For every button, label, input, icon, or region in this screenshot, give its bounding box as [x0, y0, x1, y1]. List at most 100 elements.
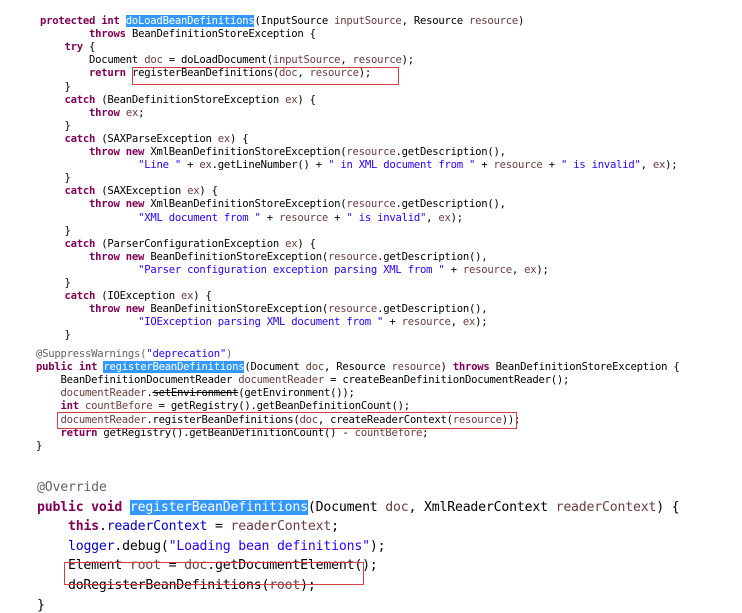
- code-line: public int registerBeanDefinitions(Docum…: [36, 361, 680, 374]
- variable-token: doc: [299, 413, 319, 426]
- variable-token: doc: [279, 67, 298, 80]
- code-token: BeanDefinitionDocumentReader: [36, 374, 239, 387]
- code-line: throw new BeanDefinitionStoreException(r…: [40, 250, 488, 263]
- code-token: +: [383, 316, 402, 329]
- code-line: throw ex;: [40, 107, 144, 119]
- code-token: ,: [426, 211, 439, 224]
- code-token: ) {: [193, 290, 212, 303]
- variable-token: resource: [346, 198, 396, 211]
- annotation-token: @SuppressWarnings(: [36, 348, 147, 360]
- variable-token: resource: [346, 146, 396, 158]
- code-line: "IOException parsing XML document from "…: [40, 316, 488, 329]
- code-token: =: [160, 558, 185, 574]
- code-line: return registerBeanDefinitions(doc, reso…: [40, 67, 371, 79]
- variable-token: ex: [652, 159, 666, 172]
- code-line: }: [40, 81, 71, 93]
- code-token: =: [207, 519, 231, 535]
- code-token: ): [440, 361, 453, 374]
- code-token: ) {: [297, 237, 316, 250]
- code-token: );: [300, 578, 316, 593]
- keyword-token: try: [64, 41, 84, 54]
- variable-token: ex: [462, 316, 476, 329]
- string-literal: "IOException parsing XML document from ": [138, 316, 384, 329]
- code-line: throw new XmlBeanDefinitionStoreExceptio…: [40, 198, 506, 210]
- code-line: documentReader.registerBeanDefinitions(d…: [36, 413, 521, 426]
- keyword-token: catch: [64, 93, 96, 106]
- code-token: getRegistry().getBeanDefinitionCount() -: [97, 426, 355, 439]
- code-line: }: [40, 277, 71, 289]
- code-token: XmlBeanDefinitionStoreException(: [144, 198, 347, 211]
- variable-token: ex: [199, 159, 212, 172]
- variable-token: countBefore: [354, 426, 423, 439]
- variable-token: inputSource: [334, 15, 402, 27]
- code-line: catch (ParserConfigurationException ex) …: [40, 237, 317, 250]
- code-line: catch (SAXException ex) {: [40, 185, 218, 197]
- variable-token: doc: [385, 499, 409, 515]
- field-token: logger: [67, 538, 115, 554]
- code-token: }: [40, 329, 71, 342]
- variable-token: resource: [352, 54, 402, 67]
- keyword-token: throw new: [89, 303, 145, 316]
- keyword-token: return: [60, 426, 98, 439]
- variable-token: inputSource: [272, 54, 341, 67]
- annotation-token: @Override: [37, 480, 107, 495]
- code-token: , createReaderContext(: [317, 413, 453, 426]
- code-line: Document doc = doLoadDocument(inputSourc…: [40, 54, 414, 66]
- code-token: ) {: [297, 93, 316, 106]
- string-literal: "deprecation": [146, 348, 226, 360]
- code-line: int countBefore = getRegistry().getBeanD…: [36, 400, 411, 413]
- code-token: .getDocumentElement();: [207, 558, 378, 574]
- code-token: ,: [511, 263, 525, 276]
- keyword-token: protected int: [40, 15, 126, 27]
- code-token: BeanDefinitionStoreException(: [144, 303, 329, 316]
- keyword-token: throw: [89, 106, 120, 119]
- keyword-token: this: [67, 519, 99, 535]
- keyword-token: throw new: [89, 198, 145, 211]
- code-token: }: [40, 277, 71, 289]
- code-token: = getRegistry().getBeanDefinitionCount()…: [152, 400, 411, 413]
- code-token: );: [369, 538, 386, 554]
- code-line: return getRegistry().getBeanDefinitionCo…: [36, 426, 429, 439]
- code-line: @SuppressWarnings("deprecation"): [36, 348, 232, 360]
- variable-token: ex: [285, 237, 298, 250]
- code-line: throws BeanDefinitionStoreException {: [40, 28, 316, 40]
- code-line: Element root = doc.getDocumentElement();: [37, 558, 378, 573]
- string-literal: " is invalid": [346, 211, 427, 224]
- variable-token: resource: [328, 303, 378, 316]
- code-token: +: [328, 211, 347, 224]
- keyword-token: throw new: [89, 250, 145, 263]
- string-literal: "XML document from ": [138, 211, 261, 224]
- code-token: +: [475, 159, 494, 172]
- keyword-token: int: [60, 400, 80, 413]
- variable-token: ex: [187, 185, 200, 198]
- variable-token: countBefore: [85, 400, 153, 413]
- code-token: (SAXException: [95, 185, 188, 198]
- variable-token: resource: [462, 263, 512, 276]
- variable-token: readerContext: [230, 519, 332, 535]
- variable-token: doc: [144, 54, 163, 67]
- code-token: );: [475, 316, 488, 329]
- variable-token: root: [129, 558, 161, 574]
- code-token: {: [82, 41, 96, 54]
- code-line: try {: [40, 41, 96, 54]
- string-literal: "Line ": [138, 159, 181, 172]
- code-token: }: [40, 119, 71, 132]
- code-line: logger.debug("Loading bean definitions")…: [37, 538, 386, 554]
- code-line: protected int doLoadBeanDefinitions(Inpu…: [40, 15, 524, 27]
- code-token: }: [36, 439, 43, 452]
- code-token: (Document: [244, 361, 306, 374]
- code-token: ;: [138, 106, 145, 119]
- code-token: (ParserConfigurationException: [95, 237, 286, 250]
